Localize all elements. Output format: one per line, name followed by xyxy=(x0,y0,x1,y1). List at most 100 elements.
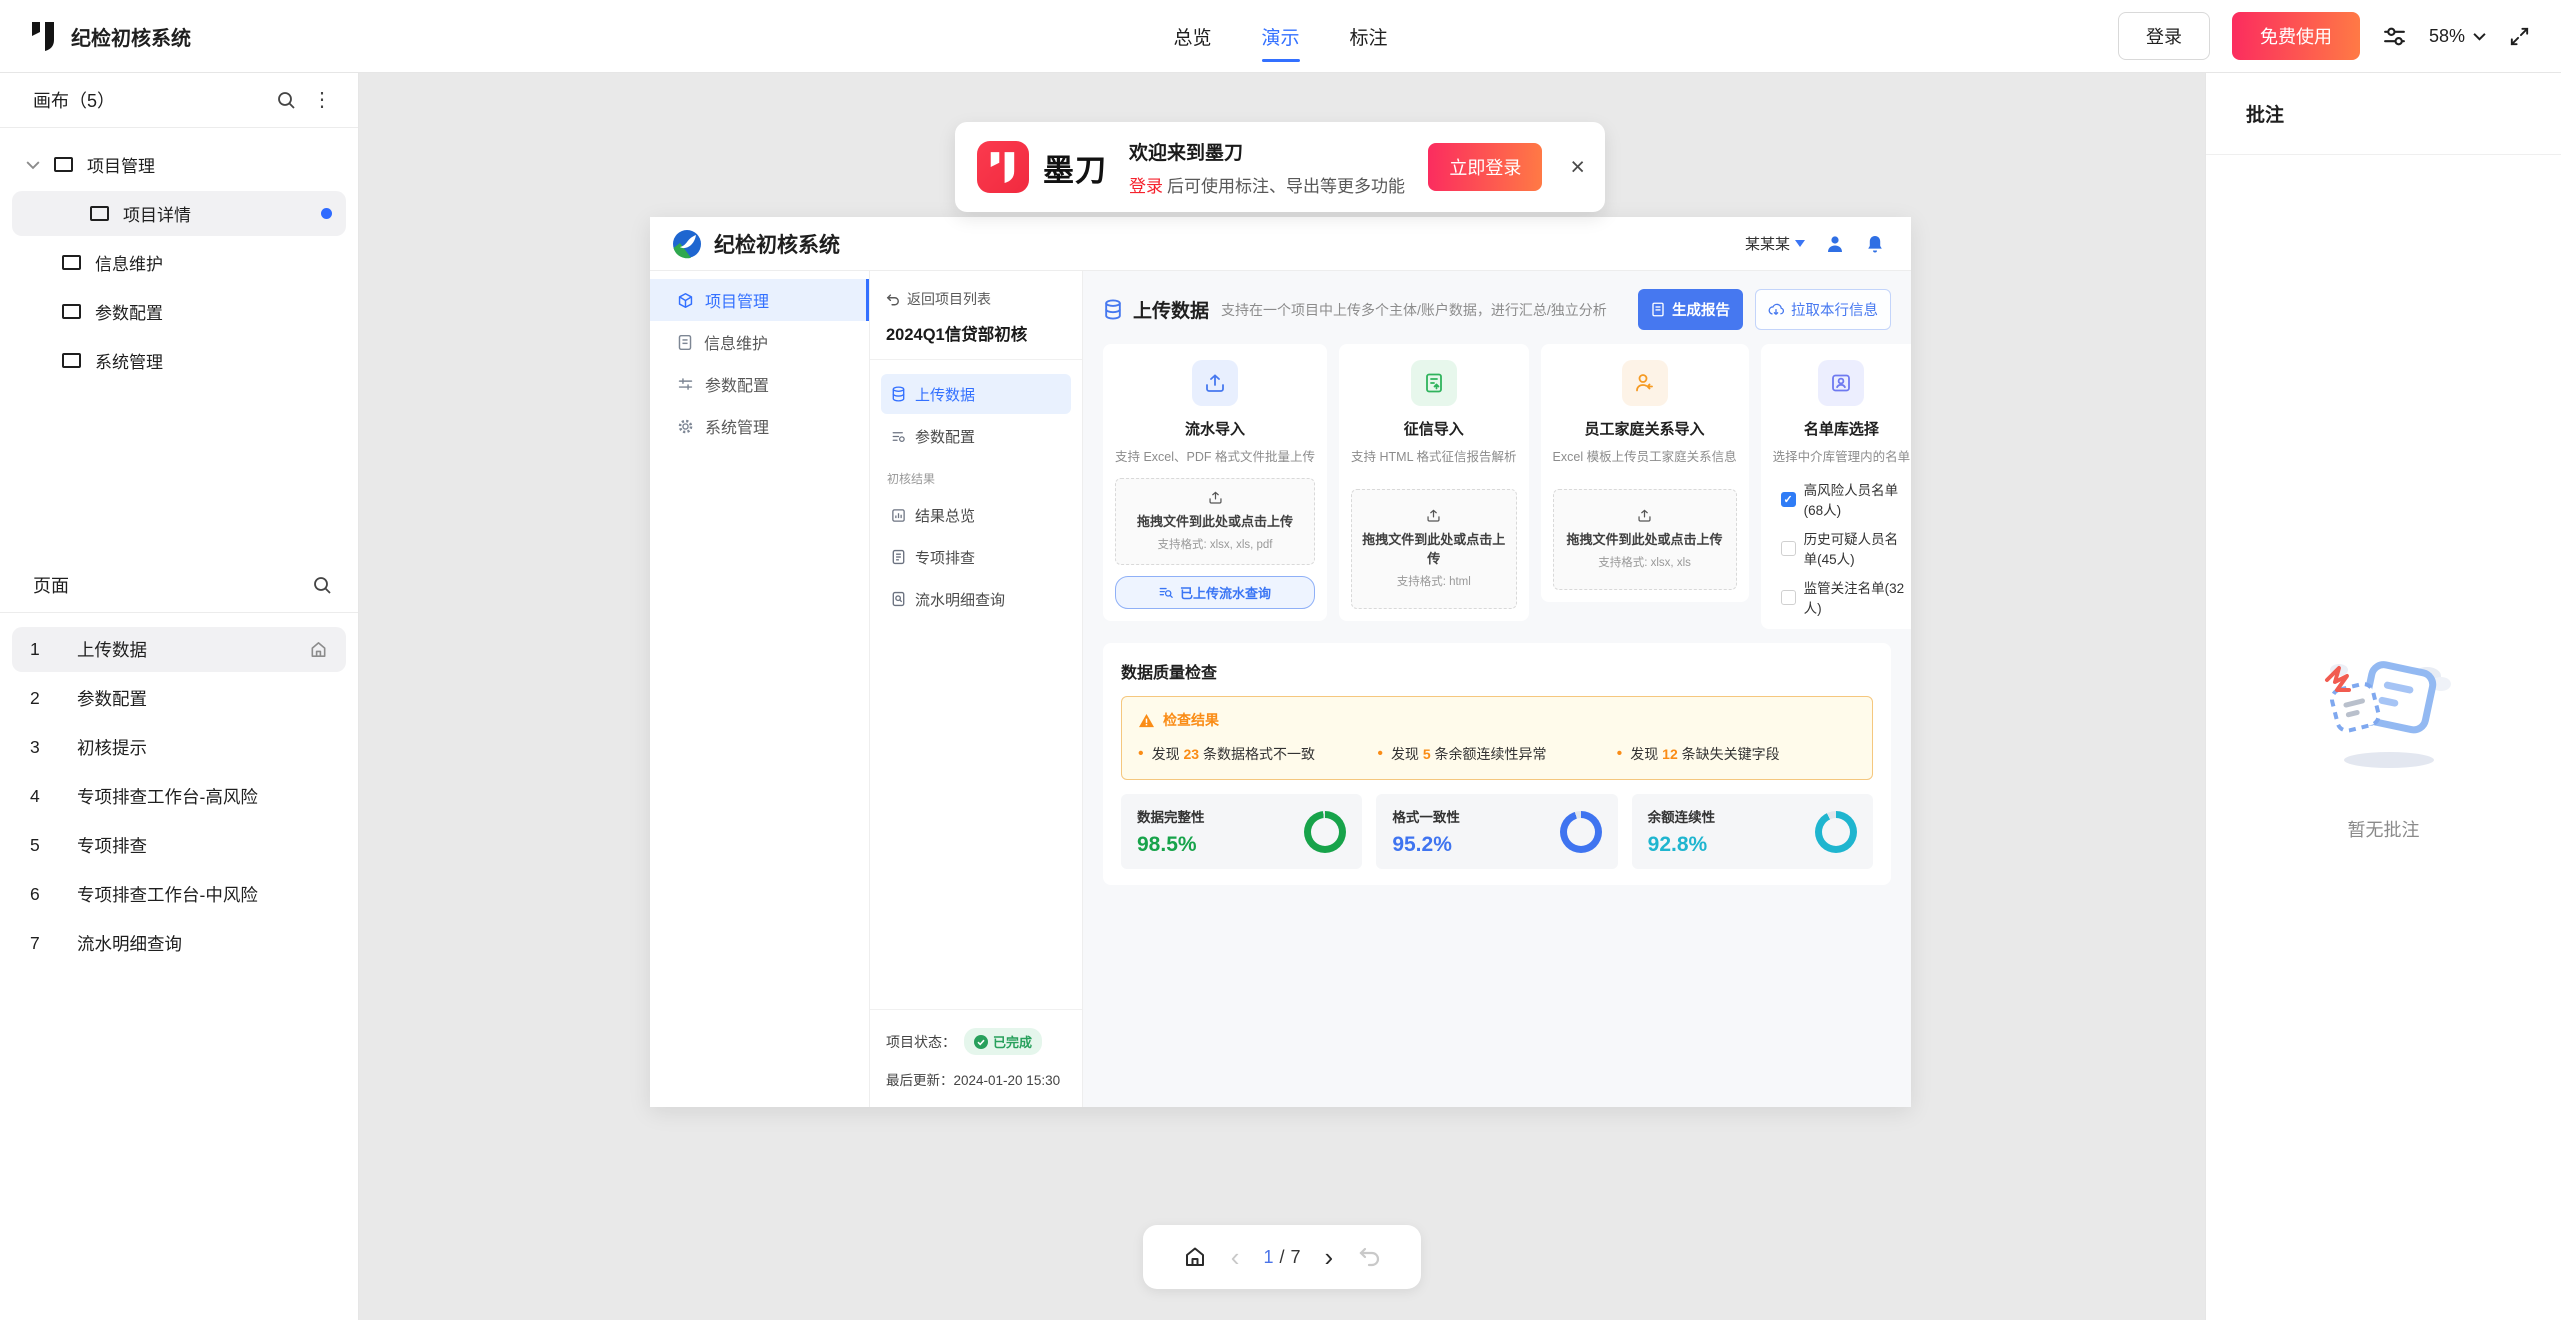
close-icon[interactable]: × xyxy=(1570,155,1585,180)
app-logo[interactable]: 纪检初核系统 xyxy=(30,21,191,51)
more-options-icon[interactable]: ⋮ xyxy=(312,90,332,110)
reset-icon[interactable] xyxy=(1357,1246,1381,1268)
menu-item-param-config[interactable]: 参数配置 xyxy=(881,416,1071,456)
search-icon[interactable] xyxy=(312,575,332,595)
nav-item-system-management[interactable]: 系统管理 xyxy=(650,405,869,447)
bullet-icon: • xyxy=(1377,745,1383,763)
settings-sliders-icon[interactable] xyxy=(2382,24,2407,49)
page-item-7[interactable]: 7 流水明细查询 xyxy=(12,921,346,966)
tab-overview[interactable]: 总览 xyxy=(1171,1,1213,72)
page-item-1[interactable]: 1 上传数据 xyxy=(12,627,346,672)
card-family-import: 员工家庭关系导入 Excel 模板上传员工家庭关系信息 拖拽文件到此处或点击上传… xyxy=(1541,344,1749,602)
chevron-down-icon xyxy=(2473,32,2486,41)
login-now-button[interactable]: 立即登录 xyxy=(1428,143,1542,191)
frame-icon xyxy=(62,255,81,270)
metric-data-completeness: 数据完整性 98.5% xyxy=(1121,794,1362,869)
caret-down-icon xyxy=(1795,240,1805,247)
check-result-title: 检查结果 xyxy=(1163,710,1219,730)
page-item-6[interactable]: 6 专项排查工作台-中风险 xyxy=(12,872,346,917)
home-icon[interactable] xyxy=(1183,1245,1207,1269)
tab-present[interactable]: 演示 xyxy=(1259,1,1301,72)
page-item-3[interactable]: 3 初核提示 xyxy=(12,725,346,770)
tree-item-project-management[interactable]: 项目管理 xyxy=(12,142,346,187)
pages-list: 1 上传数据 2 参数配置 3 初核提示 4 专项排查工作台-高风险 xyxy=(0,613,358,984)
bell-icon[interactable] xyxy=(1865,234,1885,254)
search-icon[interactable] xyxy=(276,90,296,110)
tree-item-system-management[interactable]: 系统管理 xyxy=(12,338,346,383)
tree-item-project-detail[interactable]: 项目详情 xyxy=(12,191,346,236)
file-dropzone[interactable]: 拖拽文件到此处或点击上传 支持格式: xlsx, xls xyxy=(1553,489,1737,590)
page-label: 参数配置 xyxy=(77,686,147,711)
back-to-projects-link[interactable]: 返回项目列表 xyxy=(886,289,1068,309)
page-item-5[interactable]: 5 专项排查 xyxy=(12,823,346,868)
metric-format-consistency: 格式一致性 95.2% xyxy=(1376,794,1617,869)
banner-subtitle: 登录后可使用标注、导出等更多功能 xyxy=(1129,172,1414,197)
list-options: ✓ 高风险人员名单(68人) 历史可疑人员名单(45人) xyxy=(1773,479,1911,617)
nav-item-info-maintenance[interactable]: 信息维护 xyxy=(650,321,869,363)
file-dropzone[interactable]: 拖拽文件到此处或点击上传 支持格式: xlsx, xls, pdf xyxy=(1115,478,1315,565)
progress-ring xyxy=(1815,811,1857,853)
page-item-2[interactable]: 2 参数配置 xyxy=(12,676,346,721)
top-bar: 纪检初核系统 总览 演示 标注 登录 免费使用 58% xyxy=(0,0,2561,73)
banner-login-link[interactable]: 登录 xyxy=(1129,177,1163,196)
frame-icon xyxy=(54,157,73,172)
progress-ring xyxy=(1304,811,1346,853)
file-dropzone[interactable]: 拖拽文件到此处或点击上传 支持格式: html xyxy=(1351,489,1517,609)
divider xyxy=(2206,154,2561,155)
mockup-app-title: 纪检初核系统 xyxy=(714,229,840,259)
tree-item-info-maintenance[interactable]: 信息维护 xyxy=(12,240,346,285)
menu-item-special-check[interactable]: 专项排查 xyxy=(881,537,1071,577)
chevron-down-icon[interactable] xyxy=(26,160,40,170)
pull-bank-info-button[interactable]: 拉取本行信息 xyxy=(1755,289,1891,330)
page-label: 初核提示 xyxy=(77,735,147,760)
card-list-select: 名单库选择 选择中介库管理内的名单 ✓ 高风险人员名单(68人) xyxy=(1761,344,1911,629)
nav-label: 信息维护 xyxy=(704,330,768,354)
prev-page-icon[interactable]: ‹ xyxy=(1231,1244,1240,1270)
nav-item-project-management[interactable]: 项目管理 xyxy=(650,279,869,321)
canvas-tree: 项目管理 项目详情 信息维护 参数配置 系统管理 xyxy=(0,128,358,558)
tab-annotate[interactable]: 标注 xyxy=(1348,1,1390,72)
zoom-control[interactable]: 58% xyxy=(2429,26,2486,47)
last-updated: 最后更新：2024-01-20 15:30 xyxy=(886,1069,1066,1089)
uploaded-flow-query-button[interactable]: 已上传流水查询 xyxy=(1115,576,1315,609)
user-icon[interactable] xyxy=(1825,234,1845,254)
card-title: 征信导入 xyxy=(1351,418,1517,439)
bar-chart-icon xyxy=(891,508,906,523)
presentation-pager: ‹ 1 / 7 › xyxy=(1143,1225,1421,1289)
menu-item-upload-data[interactable]: 上传数据 xyxy=(881,374,1071,414)
tree-item-param-config[interactable]: 参数配置 xyxy=(12,289,346,334)
checkbox-regulator-watch[interactable]: 监管关注名单(32人) xyxy=(1781,577,1911,617)
app-root: 纪检初核系统 总览 演示 标注 登录 免费使用 58% xyxy=(0,0,2561,1320)
status-label: 项目状态： xyxy=(886,1032,956,1052)
login-button[interactable]: 登录 xyxy=(2118,12,2210,60)
fullscreen-icon[interactable] xyxy=(2508,25,2531,48)
next-page-icon[interactable]: › xyxy=(1325,1244,1334,1270)
pages-section-header: 页面 xyxy=(0,558,358,613)
generate-report-button[interactable]: 生成报告 xyxy=(1638,289,1743,330)
user-menu[interactable]: 某某某 xyxy=(1745,233,1805,254)
menu-item-flow-detail[interactable]: 流水明细查询 xyxy=(881,579,1071,619)
free-use-button[interactable]: 免费使用 xyxy=(2232,12,2360,60)
file-search-icon xyxy=(891,591,906,607)
cloud-download-icon xyxy=(1768,303,1784,317)
check-circle-icon xyxy=(974,1035,988,1049)
bank-logo-icon xyxy=(672,229,702,259)
menu-item-result-overview[interactable]: 结果总览 xyxy=(881,495,1071,535)
frame-icon xyxy=(62,304,81,319)
mockup-side-nav: 项目管理 信息维护 参数配置 系统管理 xyxy=(650,271,870,1107)
sliders-gear-icon xyxy=(891,429,906,444)
mockup-main-content: 上传数据 支持在一个项目中上传多个主体/账户数据，进行汇总/独立分析 生成报告 … xyxy=(1083,271,1911,1107)
banner-title: 欢迎来到墨刀 xyxy=(1129,138,1414,165)
nav-label: 系统管理 xyxy=(705,414,769,438)
checkbox-history-suspect[interactable]: 历史可疑人员名单(45人) xyxy=(1781,528,1911,568)
page-item-4[interactable]: 4 专项排查工作台-高风险 xyxy=(12,774,346,819)
status-badge: 已完成 xyxy=(964,1028,1042,1055)
project-title: 2024Q1信贷部初核 xyxy=(886,321,1068,345)
upload-icon xyxy=(1192,360,1238,406)
nav-item-param-config[interactable]: 参数配置 xyxy=(650,363,869,405)
empty-state-illustration xyxy=(2309,638,2459,788)
upload-icon xyxy=(1637,508,1652,523)
finding-item: • 发现 5 条余额连续性异常 xyxy=(1377,744,1616,764)
bullet-icon: • xyxy=(1138,745,1144,763)
checkbox-high-risk[interactable]: ✓ 高风险人员名单(68人) xyxy=(1781,479,1911,519)
